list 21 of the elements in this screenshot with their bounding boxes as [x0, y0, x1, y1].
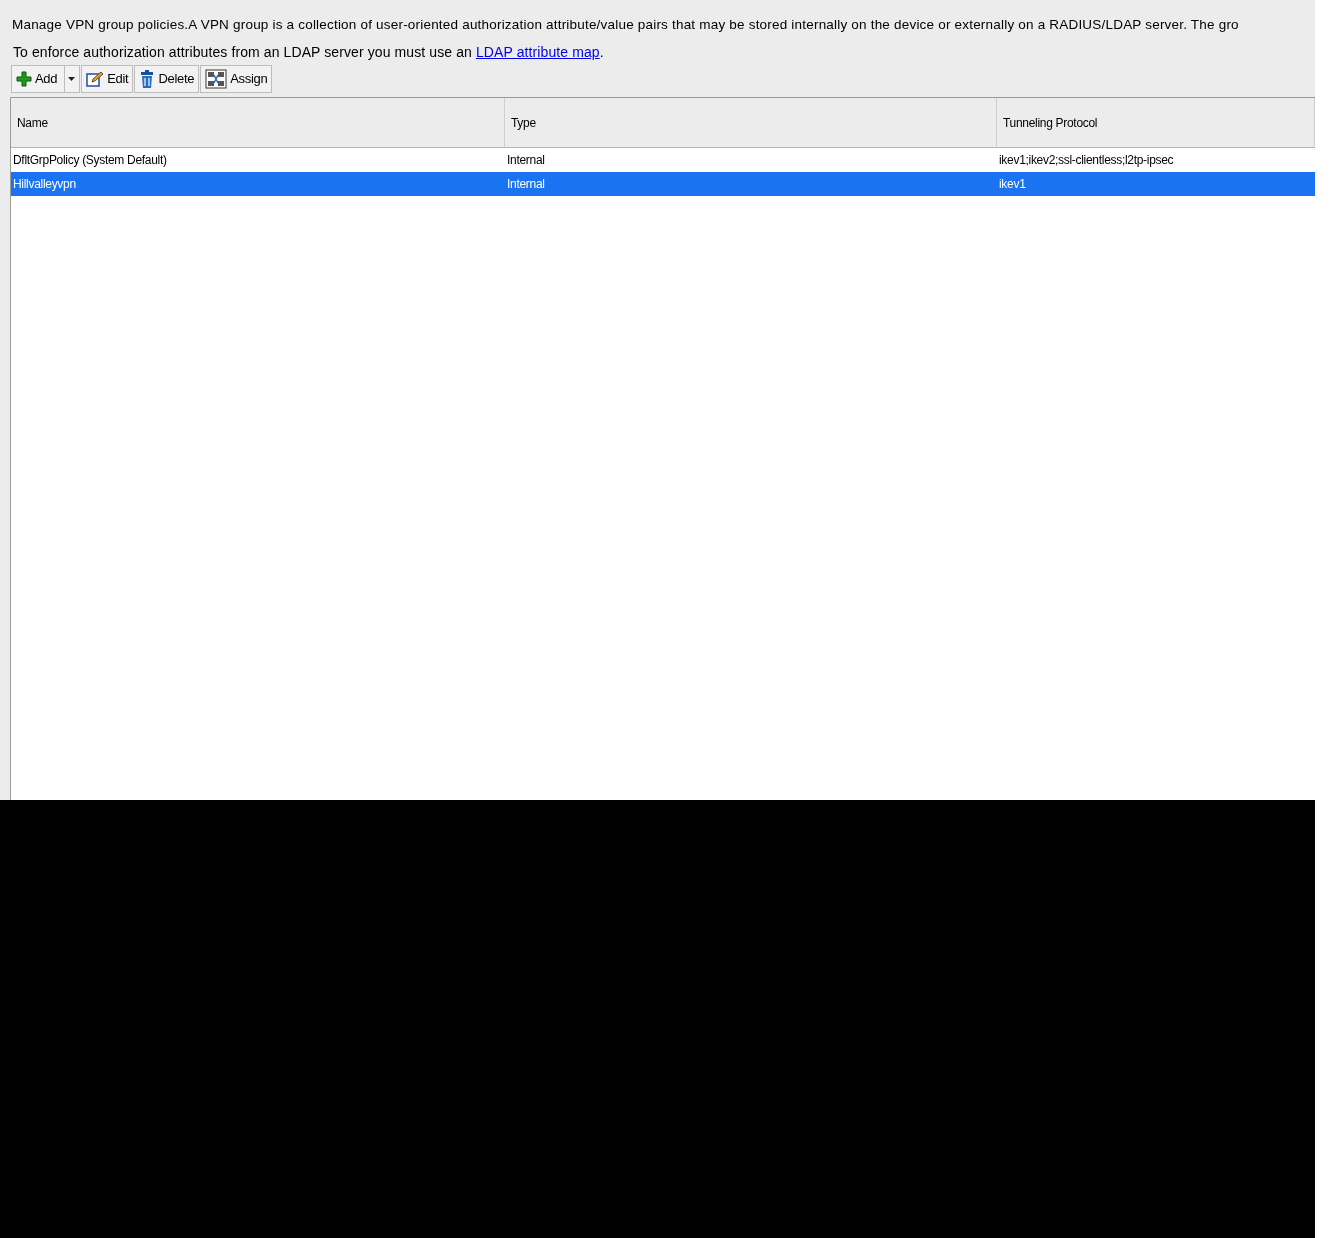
assign-button[interactable]: Assign	[200, 65, 273, 93]
add-button[interactable]: Add	[11, 65, 81, 93]
table-cell: ikev1;ikev2;ssl-clientless;l2tp-ipsec	[999, 153, 1174, 167]
column-header[interactable]: Type	[505, 98, 997, 147]
table-row[interactable]: Hillvalleyvpn Internal ikev1	[11, 172, 1315, 196]
table-cell: Internal	[507, 177, 545, 191]
table-cell: DfltGrpPolicy (System Default)	[13, 153, 167, 167]
ldap-attribute-map-link[interactable]: LDAP attribute map	[475, 43, 600, 60]
column-header[interactable]: Tunneling Protocol	[997, 98, 1315, 147]
table-cell: Hillvalleyvpn	[13, 177, 76, 191]
ldap-note-text: To enforce authorization attributes from an LDAP server you must use an LDAP attribute map.	[13, 42, 604, 62]
column-header[interactable]: Name	[11, 98, 505, 147]
assign-icon	[205, 69, 228, 89]
table-cell: Internal	[507, 153, 545, 167]
description-text: Manage VPN group policies.A VPN group is a collection of user-oriented authorization attribute/value pairs that may be stored internally on the device or externally on a RADIUS/LDAP server. The gro	[12, 17, 1239, 32]
plus-icon	[16, 71, 32, 87]
delete-button[interactable]: Delete	[134, 65, 200, 93]
trash-icon	[139, 70, 156, 88]
edit-icon	[86, 71, 105, 87]
edit-button[interactable]: Edit	[81, 65, 134, 93]
table-cell: ikev1	[999, 177, 1026, 191]
